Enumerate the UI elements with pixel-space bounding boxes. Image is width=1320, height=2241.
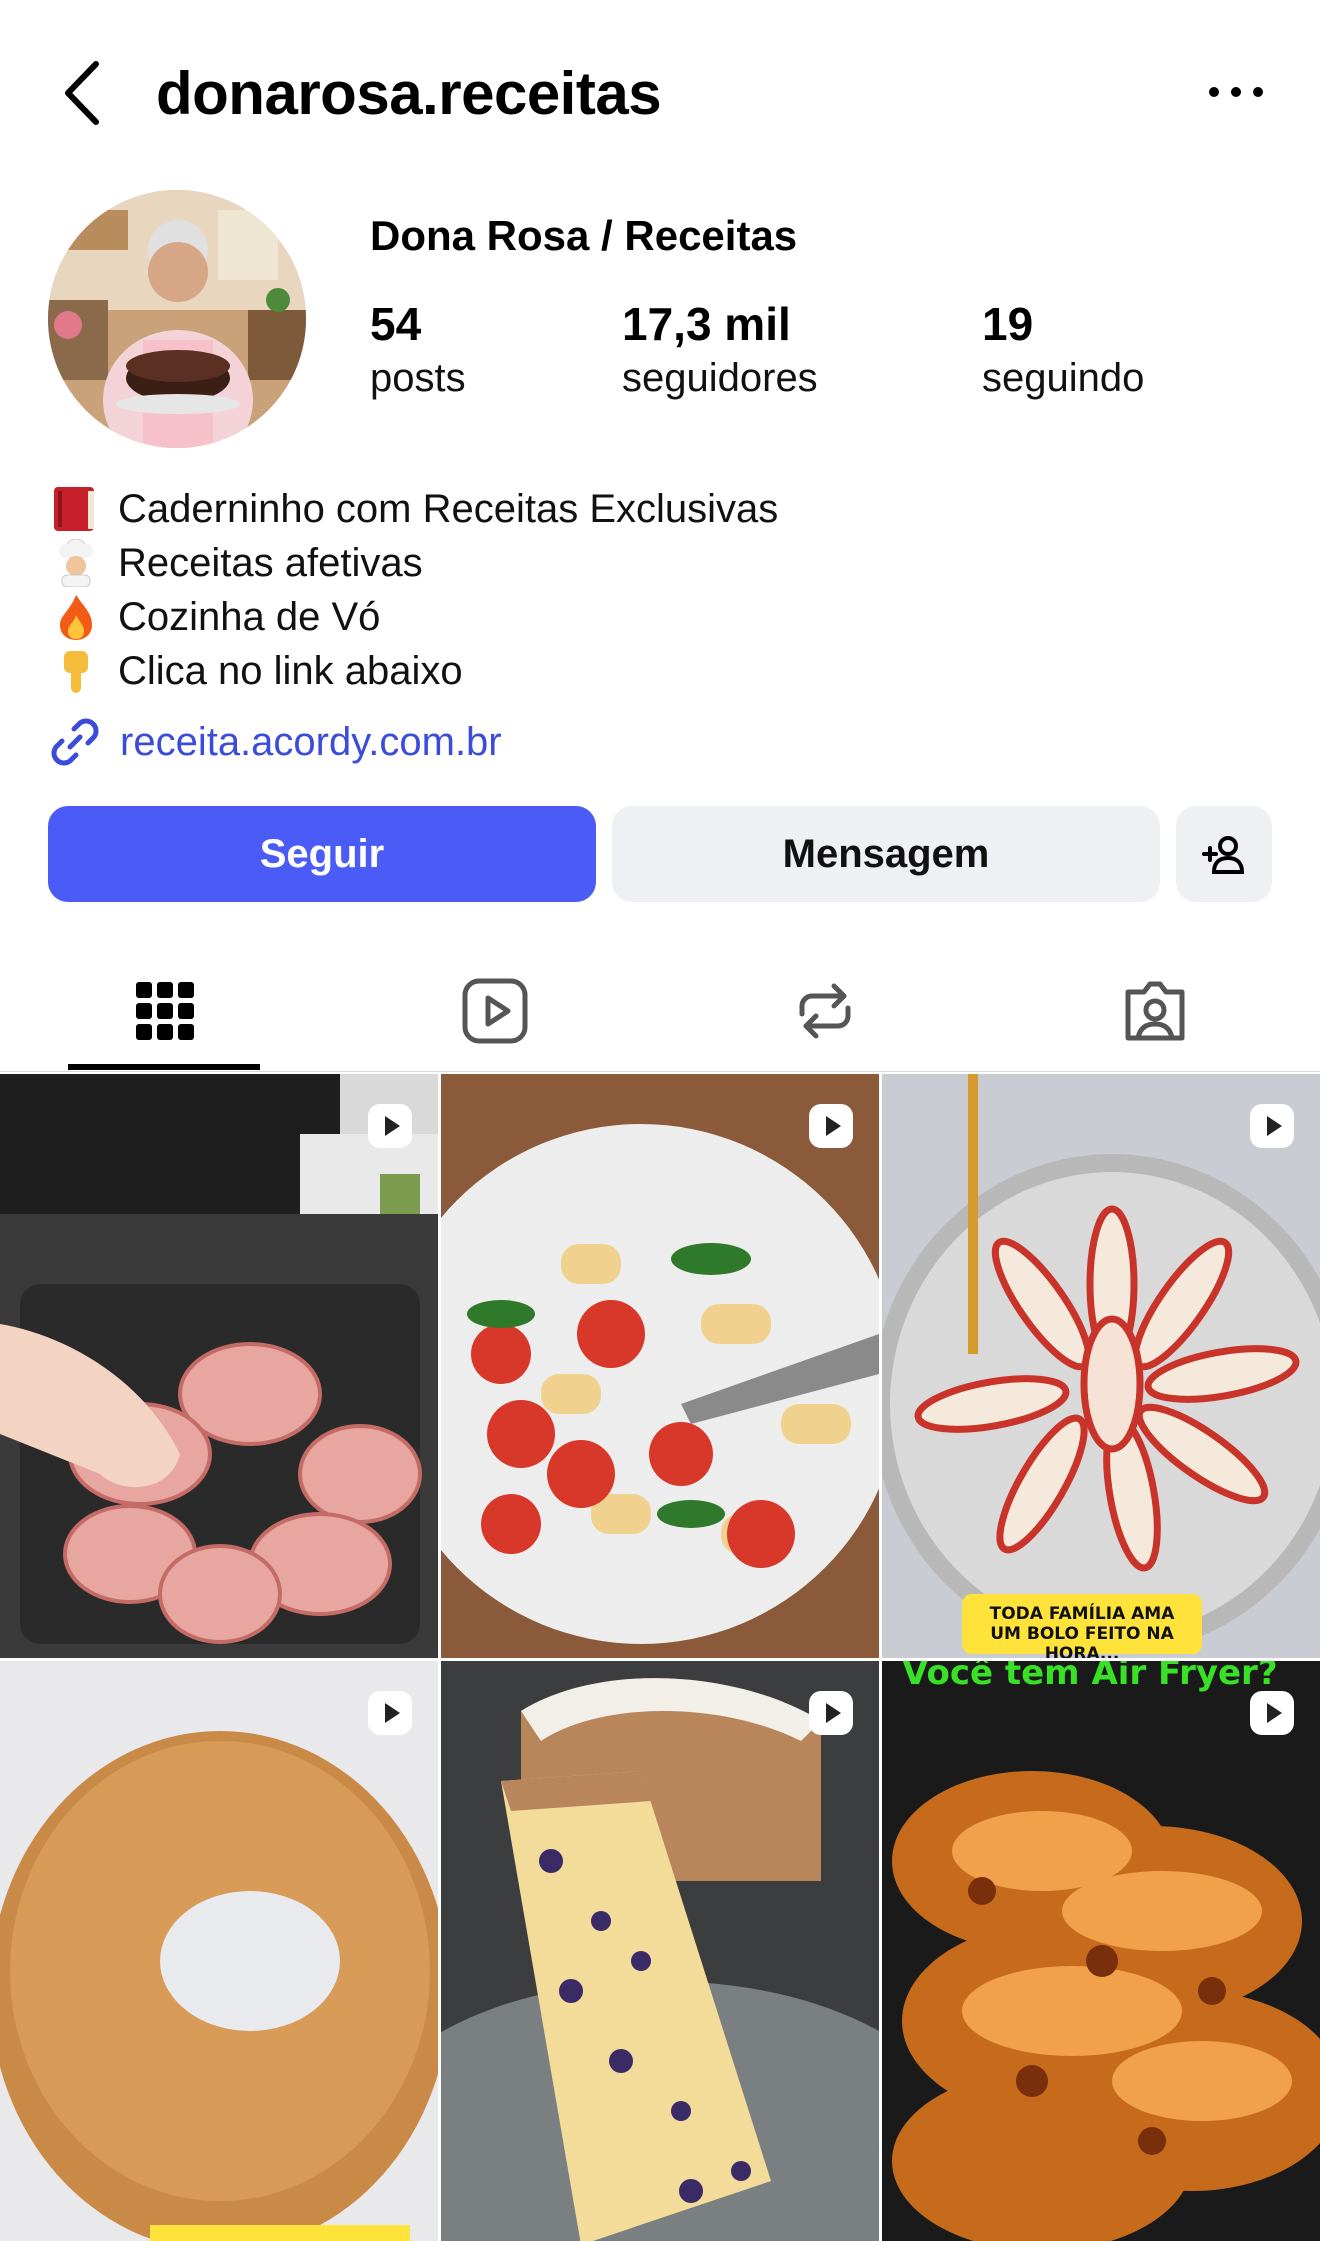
follow-button[interactable]: Seguir	[48, 806, 596, 902]
pointing-down-icon	[64, 651, 88, 693]
bio-line: Receitas afetivas	[48, 536, 1248, 590]
profile-avatar[interactable]	[48, 190, 306, 448]
post-thumbnail[interactable]: TODA FAMÍLIA AMA UM BOLO FEITO NA HORA..…	[882, 1074, 1320, 1658]
message-button[interactable]: Mensagem	[612, 806, 1160, 902]
stat-label: seguindo	[982, 356, 1145, 400]
suggest-accounts-button[interactable]	[1176, 806, 1272, 902]
chevron-left-icon[interactable]	[58, 58, 108, 128]
bio-line: Cozinha de Vó	[48, 590, 1248, 644]
profile-tabs	[0, 950, 1320, 1072]
post-image	[0, 1074, 438, 1658]
reel-badge-icon	[1250, 1691, 1294, 1735]
profile-bio: Caderninho com Receitas Exclusivas Recei…	[48, 482, 1248, 698]
posts-grid: TODA FAMÍLIA AMA UM BOLO FEITO NA HORA..…	[0, 1074, 1320, 2241]
post-caption: TODA FAMÍLIA AMA UM BOLO FEITO NA HORA..…	[989, 1604, 1175, 1658]
post-thumbnail[interactable]	[441, 1661, 879, 2241]
bio-line: Caderninho com Receitas Exclusivas	[48, 482, 1248, 536]
reels-icon	[462, 978, 528, 1044]
bio-text: Clica no link abaixo	[118, 649, 463, 693]
link-icon	[51, 718, 99, 766]
profile-display-name: Dona Rosa / Receitas	[370, 212, 798, 259]
grid-icon	[136, 982, 194, 1040]
stat-followers[interactable]: 17,3 mil seguidores	[622, 296, 818, 404]
tab-reels[interactable]	[330, 950, 660, 1072]
stat-value: 17,3 mil	[622, 298, 791, 350]
stat-label: seguidores	[622, 356, 818, 400]
post-image	[441, 1661, 879, 2241]
stat-following[interactable]: 19 seguindo	[982, 296, 1144, 404]
chef-icon	[59, 539, 93, 587]
bio-line: Clica no link abaixo	[48, 644, 1248, 698]
stat-posts[interactable]: 54 posts	[370, 296, 466, 404]
reel-badge-icon	[368, 1104, 412, 1148]
reel-badge-icon	[1250, 1104, 1294, 1148]
post-image	[441, 1074, 879, 1658]
profile-username: donarosa.receitas	[156, 60, 662, 127]
post-image	[882, 1661, 1320, 2241]
add-person-icon	[1202, 836, 1245, 874]
fire-icon	[60, 595, 92, 640]
post-thumbnail[interactable]: Você tem Air Fryer?	[882, 1661, 1320, 2241]
stat-label: posts	[370, 356, 466, 400]
ellipsis-icon[interactable]	[1206, 80, 1266, 104]
bio-text: Cozinha de Vó	[118, 595, 381, 639]
reel-badge-icon	[809, 1104, 853, 1148]
bio-link[interactable]: receita.acordy.com.br	[48, 712, 502, 772]
post-thumbnail[interactable]	[441, 1074, 879, 1658]
post-thumbnail[interactable]	[0, 1074, 438, 1658]
reel-badge-icon	[809, 1691, 853, 1735]
tagged-icon	[1125, 981, 1185, 1041]
stat-value: 54	[370, 298, 422, 350]
reposts-icon	[799, 983, 851, 1039]
tab-posts-grid[interactable]	[0, 950, 330, 1072]
active-tab-indicator	[68, 1064, 260, 1070]
tab-tagged[interactable]	[990, 950, 1320, 1072]
bio-text: Caderninho com Receitas Exclusivas	[118, 487, 779, 531]
bio-link-url[interactable]: receita.acordy.com.br	[120, 715, 502, 769]
post-image	[0, 1661, 438, 2241]
reel-badge-icon	[368, 1691, 412, 1735]
profile-header: donarosa.receitas	[0, 0, 1320, 180]
tab-reposts[interactable]	[660, 950, 990, 1072]
post-image	[882, 1074, 1320, 1658]
bio-text: Receitas afetivas	[118, 541, 423, 585]
post-thumbnail[interactable]	[0, 1661, 438, 2241]
red-book-icon	[54, 487, 94, 531]
stat-value: 19	[982, 298, 1034, 350]
